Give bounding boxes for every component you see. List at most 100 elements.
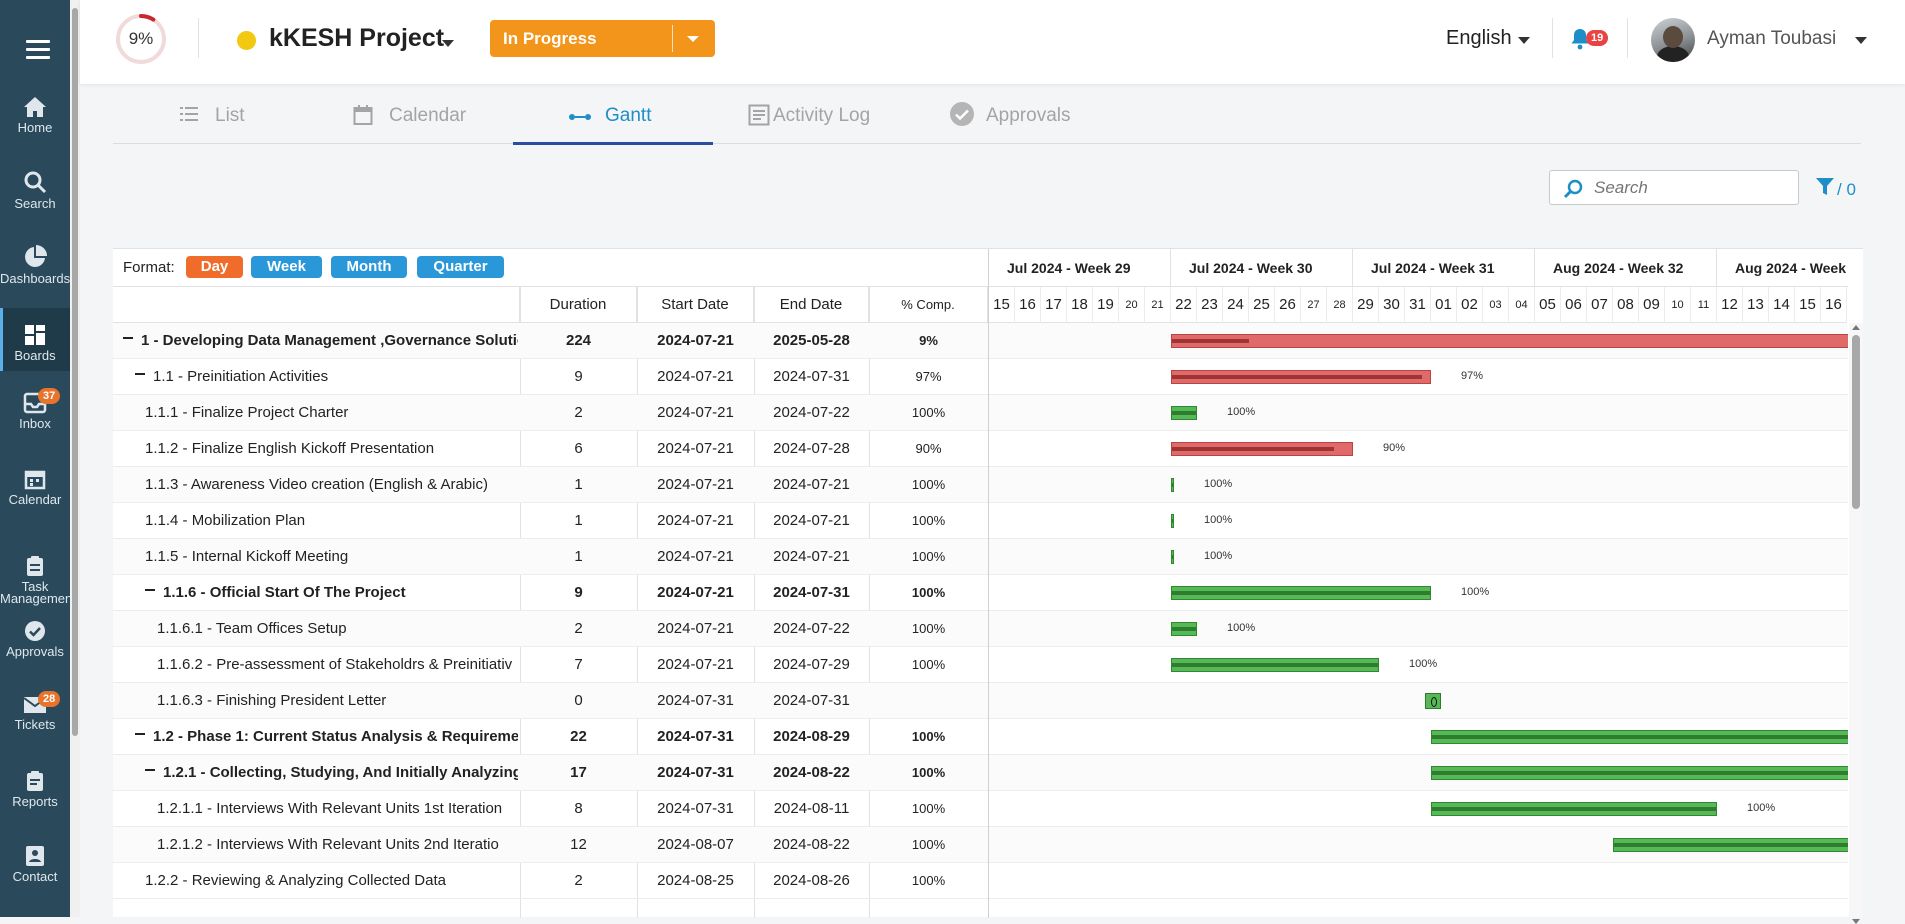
page-scrollbar[interactable] <box>70 0 80 917</box>
tab-gantt[interactable]: Gantt <box>513 92 713 145</box>
task-name[interactable]: 1.1 - Preinitiation Activities <box>135 359 518 395</box>
task-row[interactable]: 1.1.6 - Official Start Of The Project 9 20… <box>113 575 988 611</box>
task-name[interactable]: 1.2.2 - Reviewing & Analyzing Collected … <box>145 863 518 899</box>
milestone-marker[interactable] <box>1424 693 1441 709</box>
filter-icon[interactable] <box>1815 177 1835 202</box>
gantt-task-bar[interactable] <box>1431 766 1848 780</box>
project-name[interactable]: kKESH Project <box>269 24 444 53</box>
task-name[interactable]: 1.1.3 - Awareness Video creation (Englis… <box>145 467 518 503</box>
task-name[interactable]: 1.1.5 - Internal Kickoff Meeting <box>145 539 518 575</box>
task-row[interactable]: 1.1.6.2 - Pre-assessment of Stakeholdrs … <box>113 647 988 683</box>
gantt-task-bar[interactable] <box>1171 658 1379 672</box>
tab-calendar[interactable]: Calendar <box>311 92 510 144</box>
sidebar-item-dashboards[interactable]: Dashboards <box>0 245 70 285</box>
sidebar-item-reports[interactable]: Reports <box>0 770 70 808</box>
user-name[interactable]: Ayman Toubasi <box>1707 28 1836 50</box>
task-row[interactable]: 1.2.1 - Collecting, Studying, And Initia… <box>113 755 988 791</box>
duration-cell: 9 <box>574 584 583 601</box>
column-header-duration[interactable]: Duration <box>520 287 637 323</box>
chevron-down-icon[interactable] <box>687 36 699 42</box>
task-row[interactable]: 1.1.4 - Mobilization Plan 1 2024-07-21 2024… <box>113 503 988 539</box>
task-name[interactable]: 1.2.1.1 - Interviews With Relevant Units… <box>157 791 518 827</box>
task-row[interactable]: 1.2 - Phase 1: Current Status Analysis &… <box>113 719 988 755</box>
task-name[interactable]: 1.2.1.2 - Interviews With Relevant Units… <box>157 827 518 863</box>
filter-count[interactable]: / 0 <box>1837 180 1856 200</box>
sidebar-item-task[interactable]: Task Management <box>0 555 76 605</box>
gantt-task-bar[interactable] <box>1171 406 1197 420</box>
task-row[interactable]: 1.1.1 - Finalize Project Charter 2 2024-07… <box>113 395 988 431</box>
timeline-row: 100% <box>989 575 1848 611</box>
task-name[interactable]: 1.1.1 - Finalize Project Charter <box>145 395 518 431</box>
gantt-task-bar[interactable] <box>1171 550 1174 564</box>
column-header-end-date[interactable]: End Date <box>754 287 869 323</box>
sidebar-item-boards[interactable]: Boards <box>0 308 70 371</box>
task-row[interactable]: 1.1.6.3 - Finishing President Letter 0 202… <box>113 683 988 719</box>
sidebar-item-contact[interactable]: Contact <box>0 845 70 883</box>
sidebar-item-inbox[interactable]: Inbox 37 <box>0 388 70 430</box>
task-row[interactable]: 1.1.3 - Awareness Video creation (Englis… <box>113 467 988 503</box>
tab-approvals[interactable]: Approvals <box>913 92 1113 144</box>
divider <box>198 18 199 58</box>
avatar[interactable] <box>1651 18 1695 62</box>
gantt-task-bar[interactable] <box>1431 730 1848 744</box>
collapse-icon[interactable] <box>123 337 133 340</box>
chevron-down-icon[interactable] <box>1518 37 1530 44</box>
column-header-start-date[interactable]: Start Date <box>637 287 754 323</box>
task-row[interactable]: 1 - Developing Data Management ,Governan… <box>113 323 988 359</box>
menu-icon[interactable] <box>26 40 50 64</box>
gantt-task-bar[interactable] <box>1171 370 1431 384</box>
task-row[interactable]: 1.1.6.1 - Team Offices Setup 2 2024-07-21 2… <box>113 611 988 647</box>
sidebar-item-approvals[interactable]: Approvals <box>0 620 70 658</box>
collapse-icon[interactable] <box>135 733 145 736</box>
collapse-icon[interactable] <box>135 373 145 376</box>
gantt-task-bar[interactable] <box>1171 622 1197 636</box>
task-name[interactable]: 1.1.6.2 - Pre-assessment of Stakeholdrs … <box>157 647 518 683</box>
end-date-cell: 2024-08-26 <box>773 872 850 889</box>
sidebar-item-tickets[interactable]: Tickets 28 <box>0 691 70 731</box>
format-week-button[interactable]: Week <box>251 256 322 278</box>
sidebar-item-home[interactable]: Home <box>0 96 70 134</box>
gantt-task-bar[interactable] <box>1171 478 1174 492</box>
task-name[interactable]: 1.2 - Phase 1: Current Status Analysis &… <box>135 719 518 755</box>
task-row[interactable]: 1.1 - Preinitiation Activities 9 2024-07-2… <box>113 359 988 395</box>
gantt-task-bar[interactable] <box>1171 334 1848 348</box>
sidebar-item-calendar[interactable]: Calendar <box>0 468 70 506</box>
task-row[interactable]: 1.1.5 - Internal Kickoff Meeting 1 2024-07… <box>113 539 988 575</box>
task-name[interactable]: 1.1.4 - Mobilization Plan <box>145 503 518 539</box>
gantt-task-bar[interactable] <box>1171 514 1174 528</box>
chevron-down-icon[interactable] <box>442 40 454 47</box>
gantt-scrollbar[interactable] <box>1849 323 1863 924</box>
scroll-down-icon[interactable] <box>1852 919 1860 924</box>
language-select[interactable]: English <box>1446 27 1512 50</box>
gantt-task-bar[interactable] <box>1171 586 1431 600</box>
task-row[interactable]: 1.2.1.2 - Interviews With Relevant Units… <box>113 827 988 863</box>
format-day-button[interactable]: Day <box>186 256 243 278</box>
task-row[interactable]: 1.2.2 - Reviewing & Analyzing Collected … <box>113 863 988 899</box>
task-row[interactable]: 1.2.1.1 - Interviews With Relevant Units… <box>113 791 988 827</box>
tab-list[interactable]: List <box>113 92 311 144</box>
chevron-down-icon[interactable] <box>1855 37 1867 44</box>
status-dropdown[interactable]: In Progress <box>490 20 715 57</box>
scroll-up-icon[interactable] <box>1852 325 1860 330</box>
task-name[interactable]: 1.1.2 - Finalize English Kickoff Present… <box>145 431 518 467</box>
search-input[interactable] <box>1594 178 1784 198</box>
search-field[interactable] <box>1549 170 1799 205</box>
gantt-scrollbar-thumb[interactable] <box>1852 335 1860 509</box>
task-name[interactable]: 1.1.6.1 - Team Offices Setup <box>157 611 518 647</box>
collapse-icon[interactable] <box>145 769 155 772</box>
task-name[interactable]: 1.1.6 - Official Start Of The Project <box>145 575 518 611</box>
task-name[interactable]: 1.1.6.3 - Finishing President Letter <box>157 683 518 719</box>
collapse-icon[interactable] <box>145 589 155 592</box>
gantt-task-bar[interactable] <box>1431 802 1717 816</box>
format-month-button[interactable]: Month <box>331 256 407 278</box>
format-quarter-button[interactable]: Quarter <box>417 256 504 278</box>
gantt-task-bar[interactable] <box>1613 838 1848 852</box>
task-name[interactable]: 1.2.1 - Collecting, Studying, And Initia… <box>145 755 518 791</box>
page-scrollbar-thumb[interactable] <box>72 8 78 736</box>
task-name[interactable]: 1 - Developing Data Management ,Governan… <box>123 323 518 359</box>
task-row[interactable]: 1.1.2 - Finalize English Kickoff Present… <box>113 431 988 467</box>
column-header-percent-complete[interactable]: % Comp. <box>869 287 988 323</box>
gantt-task-bar[interactable] <box>1171 442 1353 456</box>
tab-activity-log[interactable]: Activity Log <box>713 92 913 144</box>
sidebar-item-search[interactable]: Search <box>0 170 70 210</box>
